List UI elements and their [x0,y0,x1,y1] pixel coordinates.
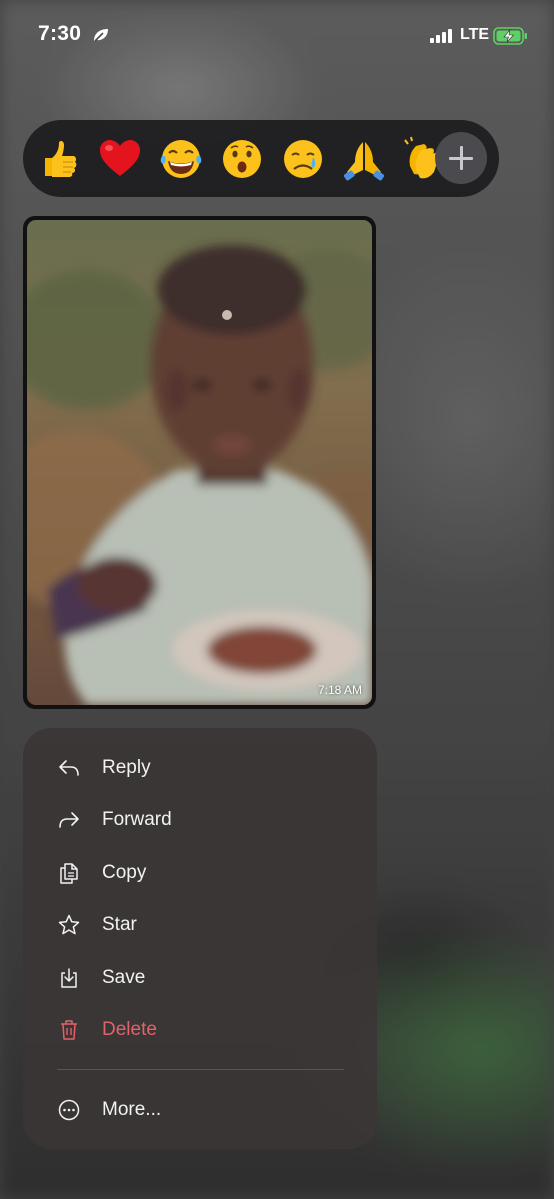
menu-label-star: Star [102,914,137,935]
reaction-bar [23,120,499,197]
menu-divider [57,1069,344,1070]
reply-icon [59,760,79,776]
crying-face-icon[interactable] [280,136,326,182]
folded-hands-icon[interactable] [341,136,387,182]
trash-icon [61,1020,77,1040]
copy-icon [60,863,78,884]
menu-item-save[interactable]: Save [23,952,377,1004]
network-type: LTE [460,26,490,43]
tears-of-joy-icon[interactable] [158,136,204,182]
leaf-icon [94,29,108,42]
menu-label-reply: Reply [102,757,151,778]
menu-label-copy: Copy [102,862,147,883]
menu-item-delete[interactable]: Delete [23,1004,377,1056]
status-time: 7:30 [38,22,82,45]
menu-item-reply[interactable]: Reply [23,742,377,794]
message-timestamp: 7:18 AM [317,683,362,697]
menu-label-save: Save [102,967,146,988]
battery-charging-icon [493,27,527,45]
surprised-face-icon[interactable] [219,136,265,182]
message-context-menu: Reply Forward Copy Star Save Delete More… [23,728,377,1149]
thumbs-up-icon[interactable] [35,136,81,182]
signal-strength-icon [430,29,452,43]
photo-message-bubble[interactable]: 7:18 AM [23,216,376,709]
child-photo-image [27,220,372,705]
save-icon [61,968,77,988]
menu-label-forward: Forward [102,809,172,830]
menu-item-more[interactable]: More... [23,1084,377,1136]
status-bar: 7:30 LTE [0,0,554,70]
more-icon [58,1099,80,1121]
red-heart-icon[interactable] [97,136,143,182]
menu-item-copy[interactable]: Copy [23,847,377,899]
star-icon [58,914,80,935]
menu-item-forward[interactable]: Forward [23,794,377,846]
add-reaction-plus-icon[interactable] [435,132,487,184]
menu-label-delete: Delete [102,1019,157,1040]
menu-label-more: More... [102,1099,162,1120]
forward-icon [59,812,79,828]
menu-item-star[interactable]: Star [23,899,377,951]
